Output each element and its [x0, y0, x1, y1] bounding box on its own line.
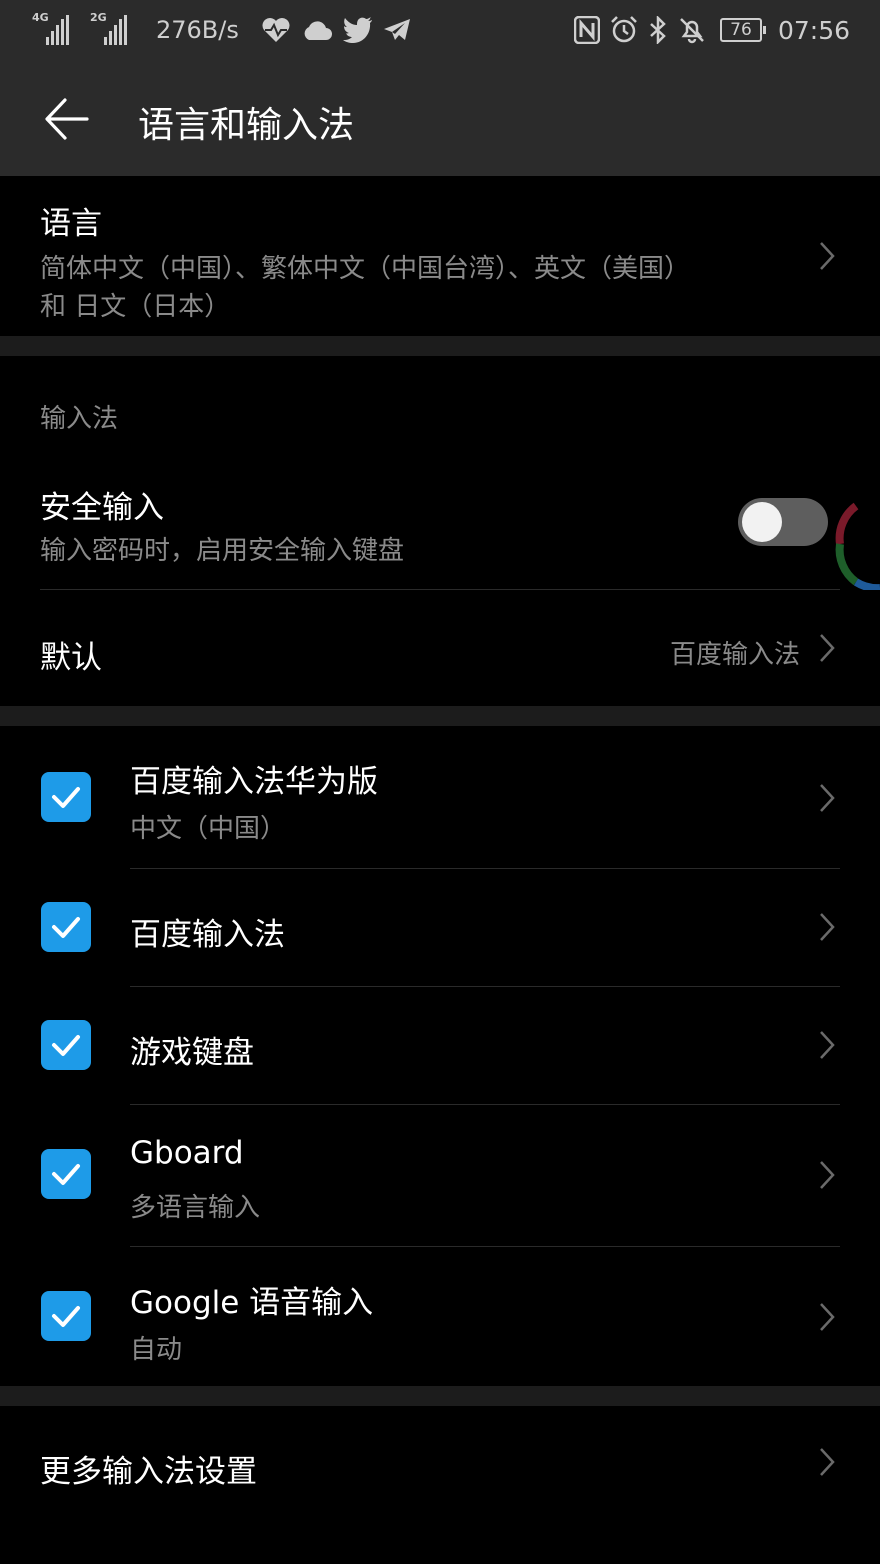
keyboard-checkbox[interactable]: [41, 772, 91, 822]
checkmark-icon: [52, 917, 80, 938]
keyboard-subtitle: 中文（中国）: [130, 814, 287, 844]
more-settings-row[interactable]: 更多输入法设置: [0, 1406, 880, 1524]
default-label: 默认: [40, 640, 102, 676]
battery-level: 76: [719, 18, 762, 42]
keyboard-title: 百度输入法: [130, 917, 285, 953]
telegram-icon: [383, 18, 411, 42]
back-arrow-icon: [45, 98, 89, 140]
battery-icon: 76: [719, 18, 766, 42]
keyboard-checkbox[interactable]: [41, 902, 91, 952]
chevron-right-icon: [820, 1031, 835, 1059]
section-separator: [0, 1386, 880, 1406]
checkmark-icon: [52, 1035, 80, 1056]
chevron-right-icon: [820, 1448, 835, 1476]
chevron-right-icon: [820, 1303, 835, 1331]
toggle-knob: [742, 502, 782, 542]
twitter-icon: [342, 17, 373, 43]
keyboard-checkbox[interactable]: [41, 1020, 91, 1070]
signal-4g-tag: 4G: [32, 11, 49, 24]
app-bar: 语言和输入法: [0, 62, 880, 176]
language-value-line2: 和 日文（日本）: [40, 292, 231, 322]
section-header: 输入法: [40, 404, 119, 434]
keyboard-checkbox[interactable]: [41, 1149, 91, 1199]
section-separator: [0, 336, 880, 356]
default-input-row[interactable]: 默认 百度输入法: [0, 590, 880, 706]
keyboard-title: Gboard: [130, 1135, 244, 1171]
keyboard-item[interactable]: Google 语音输入 自动: [0, 1247, 880, 1386]
clock: 07:56: [777, 15, 850, 45]
keyboard-item[interactable]: 百度输入法: [0, 869, 880, 986]
checkmark-icon: [52, 787, 80, 808]
bluetooth-icon: [648, 16, 668, 44]
chevron-right-icon: [820, 913, 835, 941]
net-speed: 276B/s: [156, 16, 239, 44]
keyboard-list: 百度输入法华为版 中文（中国） 百度输入法 游戏键盘 Gboard 多语言输入: [0, 726, 880, 1386]
language-value-line1: 简体中文（中国）、繁体中文（中国台湾）、英文（美国）: [40, 254, 691, 284]
chevron-right-icon: [820, 634, 835, 662]
cloud-icon: [301, 19, 333, 41]
keyboard-item[interactable]: 百度输入法华为版 中文（中国）: [0, 726, 880, 868]
back-button[interactable]: [40, 92, 94, 146]
signal-2g-icon: 2G: [90, 11, 134, 45]
page-title: 语言和输入法: [138, 105, 355, 146]
section-separator: [0, 706, 880, 726]
signal-2g-tag: 2G: [90, 11, 107, 24]
keyboard-title: Google 语音输入: [130, 1285, 374, 1321]
language-title: 语言: [40, 206, 102, 242]
alarm-icon: [610, 16, 638, 44]
chevron-right-icon: [820, 1161, 835, 1189]
health-icon: [261, 17, 291, 43]
keyboard-subtitle: 自动: [130, 1335, 183, 1365]
signal-4g-icon: 4G: [32, 11, 76, 45]
more-settings-label: 更多输入法设置: [40, 1454, 257, 1490]
keyboard-item[interactable]: Gboard 多语言输入: [0, 1105, 880, 1246]
language-row[interactable]: 语言 简体中文（中国）、繁体中文（中国台湾）、英文（美国） 和 日文（日本）: [0, 176, 880, 336]
keyboard-checkbox[interactable]: [41, 1291, 91, 1341]
keyboard-title: 游戏键盘: [130, 1035, 254, 1071]
secure-input-subtitle: 输入密码时，启用安全输入键盘: [40, 536, 405, 566]
keyboard-title: 百度输入法华为版: [130, 764, 378, 800]
secure-input-title: 安全输入: [40, 490, 164, 526]
nfc-icon: [573, 16, 600, 44]
status-bar: 4G 2G 276B/s 76 07:56: [0, 0, 880, 62]
mute-bell-icon: [678, 16, 706, 44]
keyboard-item[interactable]: 游戏键盘: [0, 987, 880, 1104]
chevron-right-icon: [820, 784, 835, 812]
checkmark-icon: [52, 1164, 80, 1185]
secure-input-toggle[interactable]: [738, 498, 828, 546]
keyboard-subtitle: 多语言输入: [130, 1193, 261, 1223]
chevron-right-icon: [820, 242, 835, 270]
checkmark-icon: [52, 1306, 80, 1327]
floating-ball-icon[interactable]: [826, 498, 880, 590]
default-value: 百度输入法: [669, 640, 800, 670]
